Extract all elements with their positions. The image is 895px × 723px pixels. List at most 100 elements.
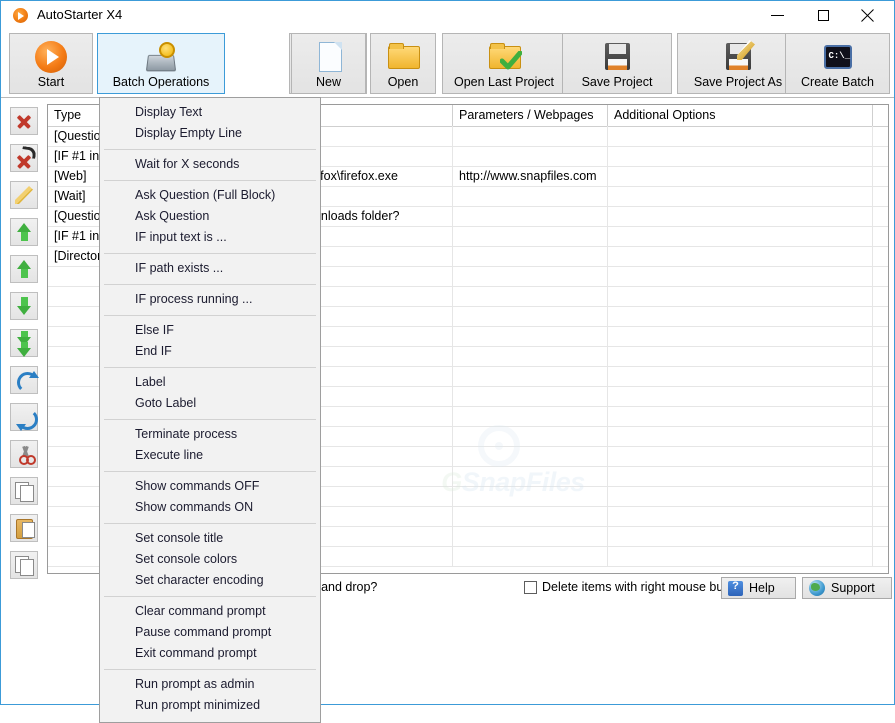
pencil-icon bbox=[11, 182, 37, 208]
redo-button[interactable] bbox=[10, 403, 38, 431]
menu-item-if-input-text-is[interactable]: IF input text is ... bbox=[100, 227, 320, 248]
toolbar-label-save-project-as: Save Project As bbox=[693, 75, 783, 89]
table-cell bbox=[453, 206, 608, 226]
toolbar-button-save-project-as[interactable]: Save Project As bbox=[677, 33, 799, 94]
table-cell bbox=[608, 126, 873, 146]
cut-button[interactable] bbox=[10, 440, 38, 468]
menu-item-display-text[interactable]: Display Text bbox=[100, 102, 320, 123]
menu-item-exit-command-prompt[interactable]: Exit command prompt bbox=[100, 643, 320, 664]
delete-item-button[interactable] bbox=[10, 107, 38, 135]
table-cell bbox=[453, 426, 608, 446]
table-cell bbox=[453, 506, 608, 526]
menu-item-goto-label[interactable]: Goto Label bbox=[100, 393, 320, 414]
support-label: Support bbox=[831, 581, 875, 595]
toolbar-button-create-batch[interactable]: Create Batch bbox=[785, 33, 890, 94]
duplicate-button[interactable] bbox=[10, 551, 38, 579]
table-cell bbox=[608, 186, 873, 206]
table-cell bbox=[608, 466, 873, 486]
menu-item-show-commands-off[interactable]: Show commands OFF bbox=[100, 476, 320, 497]
table-cell: http://www.snapfiles.com bbox=[453, 166, 608, 186]
clipboard-paste-icon bbox=[11, 515, 37, 541]
menu-separator bbox=[104, 284, 316, 285]
move-bottom-button[interactable] bbox=[10, 329, 38, 357]
green-arrow-up-icon bbox=[11, 219, 37, 245]
menu-item-set-character-encoding[interactable]: Set character encoding bbox=[100, 570, 320, 591]
help-label: Help bbox=[749, 581, 775, 595]
delete-all-button[interactable] bbox=[10, 144, 38, 172]
menu-item-set-console-title[interactable]: Set console title bbox=[100, 528, 320, 549]
menu-item-wait-for-x-seconds[interactable]: Wait for X seconds bbox=[100, 154, 320, 175]
minimize-button[interactable] bbox=[755, 1, 801, 30]
copy-button[interactable] bbox=[10, 477, 38, 505]
folder-check-icon bbox=[488, 41, 522, 73]
table-cell bbox=[608, 226, 873, 246]
toolbar-button-batch-operations[interactable]: Batch Operations bbox=[97, 33, 225, 94]
batch-operations-menu[interactable]: Display Text Display Empty Line Wait for X… bbox=[99, 97, 321, 723]
menu-item-run-prompt-minimized[interactable]: Run prompt minimized bbox=[100, 695, 320, 716]
green-arrow-up-icon bbox=[11, 256, 37, 282]
table-cell bbox=[608, 386, 873, 406]
close-button[interactable] bbox=[847, 1, 893, 30]
menu-item-terminate-process[interactable]: Terminate process bbox=[100, 424, 320, 445]
table-cell bbox=[453, 406, 608, 426]
menu-separator bbox=[104, 596, 316, 597]
menu-item-pause-command-prompt[interactable]: Pause command prompt bbox=[100, 622, 320, 643]
delete-label: Delete items with right mouse button? bbox=[542, 580, 752, 594]
toolbar-button-new[interactable]: New bbox=[291, 33, 366, 94]
menu-item-run-prompt-as-admin[interactable]: Run prompt as admin bbox=[100, 674, 320, 695]
play-circle-icon bbox=[35, 41, 67, 73]
table-cell bbox=[608, 166, 873, 186]
toolbar-button-open[interactable]: Open bbox=[370, 33, 436, 94]
toolbar-label-open: Open bbox=[387, 75, 419, 89]
toolbar-button-start[interactable]: Start bbox=[9, 33, 93, 94]
menu-item-ask-question[interactable]: Ask Question bbox=[100, 206, 320, 227]
toolbar-label-start: Start bbox=[37, 75, 65, 89]
maximize-button[interactable] bbox=[801, 1, 847, 30]
table-cell bbox=[453, 466, 608, 486]
menu-separator bbox=[104, 180, 316, 181]
menu-item-execute-line[interactable]: Execute line bbox=[100, 445, 320, 466]
grid-column-header[interactable]: Additional Options bbox=[608, 105, 873, 126]
table-cell bbox=[453, 326, 608, 346]
menu-item-clear-command-prompt[interactable]: Clear command prompt bbox=[100, 601, 320, 622]
table-cell bbox=[608, 446, 873, 466]
table-cell bbox=[608, 206, 873, 226]
menu-item-end-if[interactable]: End IF bbox=[100, 341, 320, 362]
table-cell bbox=[608, 306, 873, 326]
menu-item-display-empty-line[interactable]: Display Empty Line bbox=[100, 123, 320, 144]
table-cell bbox=[453, 146, 608, 166]
toolbar-label-batch-operations: Batch Operations bbox=[112, 75, 210, 89]
table-cell bbox=[453, 266, 608, 286]
help-button[interactable]: Help bbox=[721, 577, 796, 599]
table-cell bbox=[453, 246, 608, 266]
table-cell bbox=[453, 486, 608, 506]
duplicate-pages-icon bbox=[11, 552, 37, 578]
edit-item-button[interactable] bbox=[10, 181, 38, 209]
support-button[interactable]: Support bbox=[802, 577, 892, 599]
menu-item-else-if[interactable]: Else IF bbox=[100, 320, 320, 341]
menu-item-if-process-running[interactable]: IF process running ... bbox=[100, 289, 320, 310]
toolbar-button-save-project[interactable]: Save Project bbox=[562, 33, 672, 94]
menu-item-label[interactable]: Label bbox=[100, 372, 320, 393]
menu-item-ask-question-full-block[interactable]: Ask Question (Full Block) bbox=[100, 185, 320, 206]
table-cell bbox=[453, 286, 608, 306]
move-top-button[interactable] bbox=[10, 218, 38, 246]
new-document-icon bbox=[313, 41, 345, 73]
table-cell bbox=[608, 406, 873, 426]
table-cell bbox=[608, 486, 873, 506]
grid-column-header[interactable]: Parameters / Webpages bbox=[453, 105, 608, 126]
move-down-button[interactable] bbox=[10, 292, 38, 320]
blue-curve-down-icon bbox=[11, 404, 38, 430]
delete-with-right-mouse-checkbox[interactable] bbox=[524, 581, 537, 594]
undo-button[interactable] bbox=[10, 366, 39, 394]
paste-button[interactable] bbox=[10, 514, 38, 542]
move-up-button[interactable] bbox=[10, 255, 38, 283]
table-cell bbox=[453, 526, 608, 546]
toolbar-button-open-last-project[interactable]: Open Last Project bbox=[442, 33, 566, 94]
menu-item-if-path-exists[interactable]: IF path exists ... bbox=[100, 258, 320, 279]
application-window: AutoStarter X4 Start Batch Operations Te… bbox=[0, 0, 895, 723]
menu-item-show-commands-on[interactable]: Show commands ON bbox=[100, 497, 320, 518]
main-toolbar: Start Batch Operations Test New Open bbox=[1, 30, 894, 98]
menu-item-set-console-colors[interactable]: Set console colors bbox=[100, 549, 320, 570]
table-cell bbox=[453, 546, 608, 566]
